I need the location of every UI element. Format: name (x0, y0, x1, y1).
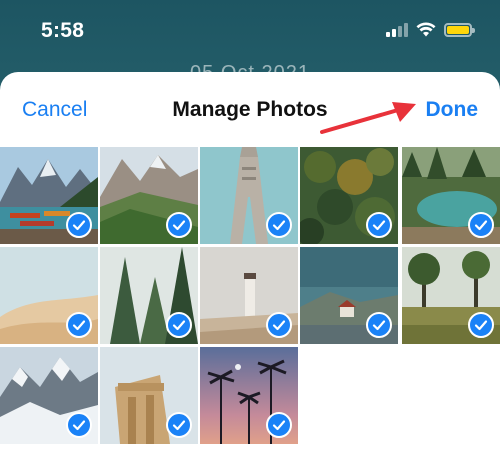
selected-check-icon (266, 412, 292, 438)
photo-tile[interactable] (100, 147, 198, 244)
annotation-arrow-icon (320, 102, 416, 134)
selected-check-icon (468, 312, 494, 338)
wifi-icon (416, 22, 436, 37)
photo-tile[interactable] (402, 247, 500, 344)
photo-tile[interactable] (300, 147, 398, 244)
photo-tile[interactable] (200, 147, 298, 244)
photo-tile[interactable] (200, 347, 298, 444)
selected-check-icon (166, 312, 192, 338)
photo-tile[interactable] (402, 147, 500, 244)
selected-check-icon (66, 212, 92, 238)
photo-tile[interactable] (0, 247, 98, 344)
photo-tile[interactable] (200, 247, 298, 344)
selected-check-icon (468, 212, 494, 238)
selected-check-icon (66, 312, 92, 338)
selected-check-icon (266, 312, 292, 338)
selected-check-icon (66, 412, 92, 438)
selected-check-icon (366, 212, 392, 238)
selected-check-icon (266, 212, 292, 238)
selected-check-icon (366, 312, 392, 338)
photo-tile[interactable] (0, 347, 98, 444)
status-time: 5:58 (41, 19, 85, 42)
selected-check-icon (166, 212, 192, 238)
photo-tile[interactable] (100, 347, 198, 444)
done-button[interactable]: Done (426, 98, 479, 122)
photo-tile[interactable] (100, 247, 198, 344)
photo-tile[interactable] (0, 147, 98, 244)
cellular-signal-icon (386, 22, 408, 37)
sheet-navigation-bar: Cancel Manage Photos Done (0, 72, 500, 146)
selected-check-icon (166, 412, 192, 438)
status-icons (386, 22, 475, 37)
status-bar: 5:58 (0, 0, 500, 64)
photo-tile[interactable] (300, 247, 398, 344)
battery-icon (444, 22, 475, 37)
manage-photos-sheet: Cancel Manage Photos Done (0, 72, 500, 466)
battery-level (447, 25, 469, 34)
